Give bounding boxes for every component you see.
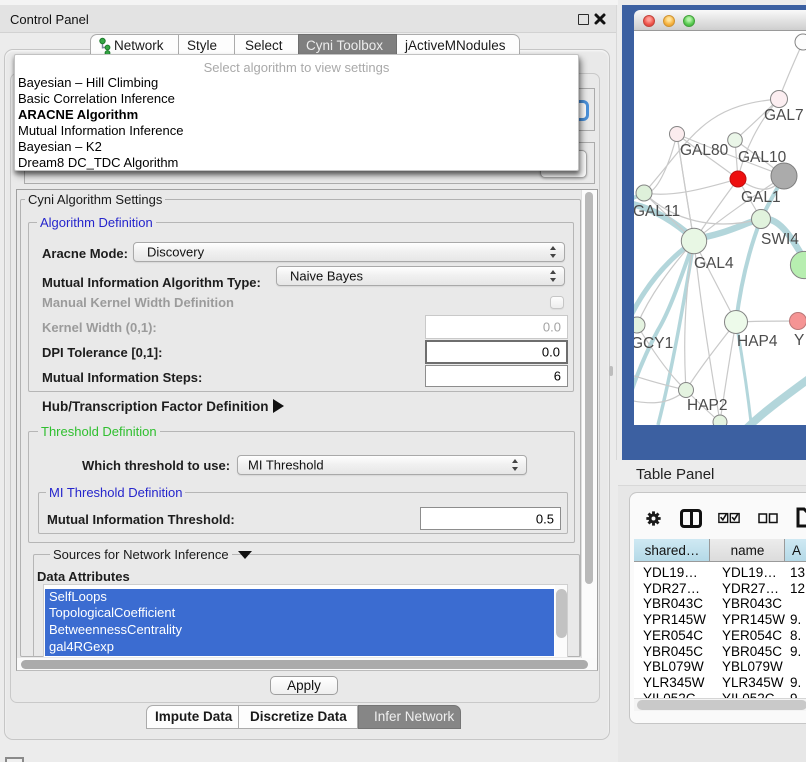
svg-text:SWI4: SWI4 bbox=[761, 231, 799, 248]
svg-text:GAL1: GAL1 bbox=[741, 189, 781, 206]
svg-text:GAL80: GAL80 bbox=[680, 142, 729, 159]
svg-text:HAP4: HAP4 bbox=[737, 333, 778, 350]
svg-text:GAL7: GAL7 bbox=[764, 107, 804, 124]
svg-text:HAP2: HAP2 bbox=[687, 397, 728, 414]
svg-text:GAL4: GAL4 bbox=[694, 255, 734, 272]
svg-text:GAL11: GAL11 bbox=[634, 203, 680, 220]
svg-text:Y: Y bbox=[794, 332, 804, 349]
svg-text:GCY1: GCY1 bbox=[634, 335, 673, 352]
svg-text:GAL10: GAL10 bbox=[738, 149, 787, 166]
